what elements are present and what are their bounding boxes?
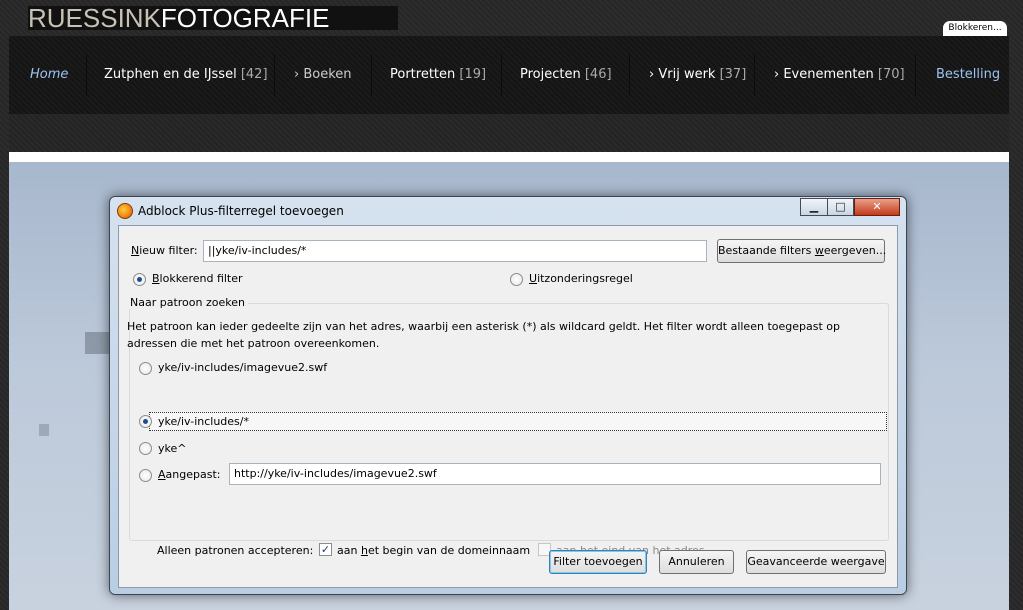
custom-pattern-input[interactable]: http://yke/iv-includes/imagevue2.swf (229, 463, 881, 485)
nav-item-portretten[interactable]: Portretten [19] (390, 36, 486, 114)
nav-label: Vrij werk (658, 67, 716, 82)
nav-separator (501, 54, 502, 96)
custom-pattern-radio[interactable] (139, 469, 152, 482)
main-navigation: Home Zutphen en de IJssel [42] › Boeken … (9, 36, 1009, 114)
domain-begin-label[interactable]: aan het begin van de domeinnaam (337, 544, 530, 557)
nav-separator (274, 54, 275, 96)
firefox-icon (117, 203, 133, 219)
dialog-title: Adblock Plus-filterregel toevoegen (138, 204, 344, 218)
access-key: N (131, 244, 140, 257)
site-logo[interactable]: RUESSINKFOTOGRAFIE (28, 3, 398, 33)
adblock-block-tab[interactable]: Blokkeren... (943, 21, 1007, 36)
adblock-dialog: Adblock Plus-filterregel toevoegen ▁ □ ✕… (109, 196, 907, 595)
pattern-option-radio[interactable] (139, 362, 152, 375)
pattern-option-label[interactable]: yke/iv-includes/* (158, 415, 249, 428)
logo-bold: FOTOGRAFIE (160, 3, 330, 33)
new-filter-label: Nieuw filter: (131, 244, 198, 257)
nav-count: [46] (584, 67, 612, 82)
nav-label: Home (30, 67, 69, 82)
minimize-button[interactable]: ▁ (800, 198, 828, 216)
pattern-description: Het patroon kan ieder gedeelte zijn van … (127, 320, 840, 350)
dialog-body: Nieuw filter: ||yke/iv-includes/* Bestaa… (118, 225, 898, 588)
nav-count: [37] (719, 67, 747, 82)
chevron-right-icon: › (649, 67, 655, 82)
nav-item-zutphen[interactable]: Zutphen en de IJssel [42] (104, 36, 268, 114)
nav-separator (754, 54, 755, 96)
advanced-view-button[interactable]: Geavanceerde weergave (746, 550, 886, 574)
dialog-titlebar[interactable]: Adblock Plus-filterregel toevoegen ▁ □ ✕ (110, 197, 906, 225)
nav-item-projecten[interactable]: Projecten [46] (520, 36, 612, 114)
nav-item-vrij-werk[interactable]: › Vrij werk [37] (649, 36, 746, 114)
nav-label: Boeken (303, 67, 352, 82)
pattern-option-label[interactable]: yke/iv-includes/imagevue2.swf (158, 361, 327, 374)
blocking-filter-label[interactable]: Blokkerend filter (152, 272, 243, 285)
nav-count: [70] (877, 67, 905, 82)
add-filter-button[interactable]: Filter toevoegen (549, 550, 647, 574)
browser-page: RUESSINKFOTOGRAFIE Blokkeren... Home Zut… (0, 0, 1023, 610)
nav-count: [19] (459, 67, 487, 82)
chevron-right-icon: › (774, 67, 780, 82)
nav-count: [42] (240, 67, 268, 82)
exception-rule-radio[interactable] (510, 273, 523, 286)
nav-sub-stripe (9, 114, 1009, 153)
pattern-option-radio[interactable] (139, 415, 152, 428)
domain-begin-checkbox[interactable]: ✓ (319, 543, 332, 556)
nav-label: Evenementen (783, 67, 874, 82)
nav-label: Zutphen en de IJssel (104, 67, 237, 82)
nav-separator (915, 54, 916, 96)
show-existing-filters-button[interactable]: Bestaande filters weergeven... (717, 239, 886, 263)
pattern-option-label[interactable]: yke^ (158, 442, 186, 455)
chevron-right-icon: › (294, 67, 300, 82)
new-filter-input[interactable]: ||yke/iv-includes/* (203, 240, 707, 262)
content-top-border (9, 152, 1009, 162)
nav-item-evenementen[interactable]: › Evenementen [70] (774, 36, 905, 114)
logo-light: RUESSINK (28, 3, 161, 33)
nav-separator (371, 54, 372, 96)
custom-pattern-label[interactable]: Aangepast: (158, 468, 220, 481)
exception-rule-label[interactable]: Uitzonderingsregel (529, 272, 633, 285)
photo-detail (85, 332, 111, 354)
nav-label: Projecten (520, 67, 581, 82)
maximize-button[interactable]: □ (827, 198, 854, 216)
accept-patterns-label: Alleen patronen accepteren: (157, 544, 314, 557)
blocking-filter-radio[interactable] (133, 273, 146, 286)
close-button[interactable]: ✕ (854, 198, 900, 216)
pattern-group-title: Naar patroon zoeken (127, 296, 248, 309)
nav-separator (629, 54, 630, 96)
photo-detail (39, 424, 49, 436)
pattern-option-focus (149, 412, 887, 431)
pattern-option-radio[interactable] (139, 442, 152, 455)
cancel-button[interactable]: Annuleren (659, 550, 734, 574)
nav-separator (86, 54, 87, 96)
nav-label: Bestelling (936, 67, 1001, 82)
nav-item-bestelling[interactable]: Bestelling (936, 36, 1000, 114)
nav-label: Portretten (390, 67, 456, 82)
nav-item-boeken[interactable]: › Boeken (294, 36, 352, 114)
nav-item-home[interactable]: Home (30, 36, 68, 114)
